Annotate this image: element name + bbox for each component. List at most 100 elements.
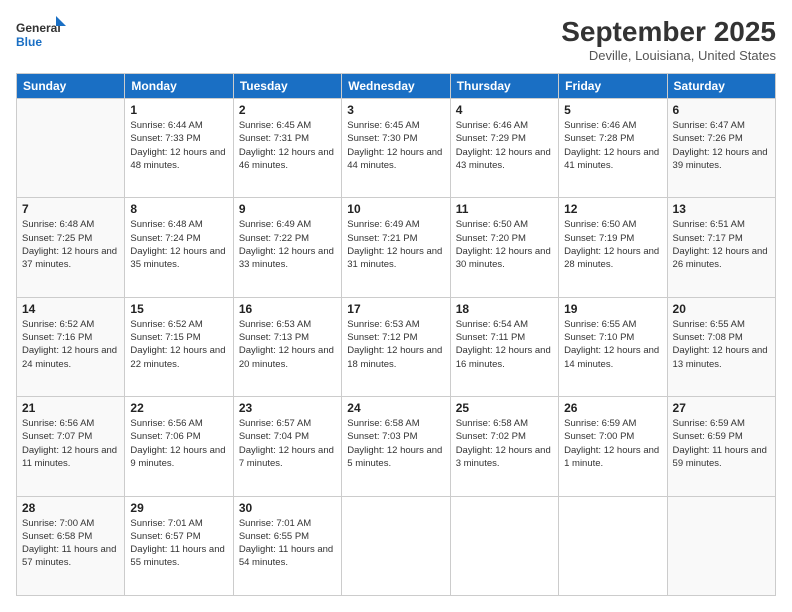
day-cell-w2-d6: 20 Sunrise: 6:55 AMSunset: 7:08 PMDayligh… [667,297,775,396]
logo: General Blue [16,16,66,56]
day-cell-w2-d2: 16 Sunrise: 6:53 AMSunset: 7:13 PMDayligh… [233,297,341,396]
week-row-4: 28 Sunrise: 7:00 AMSunset: 6:58 PMDayligh… [17,496,776,595]
header-saturday: Saturday [667,74,775,99]
calendar-table: Sunday Monday Tuesday Wednesday Thursday… [16,73,776,596]
day-info-2: Sunrise: 6:45 AMSunset: 7:31 PMDaylight:… [239,119,336,172]
header-tuesday: Tuesday [233,74,341,99]
day-number-4: 4 [456,103,553,117]
title-section: September 2025 Deville, Louisiana, Unite… [561,16,776,63]
day-number-28: 28 [22,501,119,515]
day-info-17: Sunrise: 6:53 AMSunset: 7:12 PMDaylight:… [347,318,444,371]
day-info-10: Sunrise: 6:49 AMSunset: 7:21 PMDaylight:… [347,218,444,271]
day-number-6: 6 [673,103,770,117]
day-number-27: 27 [673,401,770,415]
day-number-21: 21 [22,401,119,415]
day-cell-w1-d5: 12Sunrise: 6:50 AMSunset: 7:19 PMDayligh… [559,198,667,297]
day-number-9: 9 [239,202,336,216]
day-cell-w3-d1: 22 Sunrise: 6:56 AMSunset: 7:06 PMDayligh… [125,397,233,496]
day-cell-w1-d4: 11Sunrise: 6:50 AMSunset: 7:20 PMDayligh… [450,198,558,297]
day-number-3: 3 [347,103,444,117]
day-cell-w2-d0: 14 Sunrise: 6:52 AMSunset: 7:16 PMDayligh… [17,297,125,396]
day-cell-w3-d6: 27 Sunrise: 6:59 AMSunset: 6:59 PMDayligh… [667,397,775,496]
day-number-18: 18 [456,302,553,316]
day-cell-w4-d4 [450,496,558,595]
day-info-14: Sunrise: 6:52 AMSunset: 7:16 PMDaylight:… [22,318,119,371]
day-number-24: 24 [347,401,444,415]
day-number-25: 25 [456,401,553,415]
week-row-0: 1 Sunrise: 6:44 AMSunset: 7:33 PMDaylight… [17,99,776,198]
day-info-15: Sunrise: 6:52 AMSunset: 7:15 PMDaylight:… [130,318,227,371]
day-info-24: Sunrise: 6:58 AMSunset: 7:03 PMDaylight:… [347,417,444,470]
day-cell-w0-d0 [17,99,125,198]
day-cell-w0-d2: 2 Sunrise: 6:45 AMSunset: 7:31 PMDaylight… [233,99,341,198]
logo-svg: General Blue [16,16,66,56]
day-number-19: 19 [564,302,661,316]
weekday-header-row: Sunday Monday Tuesday Wednesday Thursday… [17,74,776,99]
day-number-1: 1 [130,103,227,117]
header-friday: Friday [559,74,667,99]
day-cell-w0-d3: 3 Sunrise: 6:45 AMSunset: 7:30 PMDaylight… [342,99,450,198]
day-cell-w4-d6 [667,496,775,595]
day-number-10: 10 [347,202,444,216]
day-cell-w2-d5: 19 Sunrise: 6:55 AMSunset: 7:10 PMDayligh… [559,297,667,396]
day-info-18: Sunrise: 6:54 AMSunset: 7:11 PMDaylight:… [456,318,553,371]
day-info-26: Sunrise: 6:59 AMSunset: 7:00 PMDaylight:… [564,417,661,470]
day-info-16: Sunrise: 6:53 AMSunset: 7:13 PMDaylight:… [239,318,336,371]
day-info-27: Sunrise: 6:59 AMSunset: 6:59 PMDaylight:… [673,417,770,470]
week-row-2: 14 Sunrise: 6:52 AMSunset: 7:16 PMDayligh… [17,297,776,396]
day-cell-w3-d3: 24 Sunrise: 6:58 AMSunset: 7:03 PMDayligh… [342,397,450,496]
header-sunday: Sunday [17,74,125,99]
location: Deville, Louisiana, United States [561,48,776,63]
day-number-14: 14 [22,302,119,316]
day-info-25: Sunrise: 6:58 AMSunset: 7:02 PMDaylight:… [456,417,553,470]
day-number-22: 22 [130,401,227,415]
day-cell-w4-d2: 30 Sunrise: 7:01 AMSunset: 6:55 PMDayligh… [233,496,341,595]
day-info-30: Sunrise: 7:01 AMSunset: 6:55 PMDaylight:… [239,517,336,570]
day-info-23: Sunrise: 6:57 AMSunset: 7:04 PMDaylight:… [239,417,336,470]
day-info-13: Sunrise: 6:51 AMSunset: 7:17 PMDaylight:… [673,218,770,271]
day-cell-w3-d2: 23Sunrise: 6:57 AMSunset: 7:04 PMDayligh… [233,397,341,496]
day-info-21: Sunrise: 6:56 AMSunset: 7:07 PMDaylight:… [22,417,119,470]
day-info-11: Sunrise: 6:50 AMSunset: 7:20 PMDaylight:… [456,218,553,271]
day-info-9: Sunrise: 6:49 AMSunset: 7:22 PMDaylight:… [239,218,336,271]
day-info-22: Sunrise: 6:56 AMSunset: 7:06 PMDaylight:… [130,417,227,470]
month-title: September 2025 [561,16,776,48]
day-cell-w1-d1: 8Sunrise: 6:48 AMSunset: 7:24 PMDaylight… [125,198,233,297]
day-cell-w2-d1: 15 Sunrise: 6:52 AMSunset: 7:15 PMDayligh… [125,297,233,396]
day-cell-w1-d3: 10 Sunrise: 6:49 AMSunset: 7:21 PMDayligh… [342,198,450,297]
day-number-12: 12 [564,202,661,216]
day-number-17: 17 [347,302,444,316]
day-number-30: 30 [239,501,336,515]
day-number-16: 16 [239,302,336,316]
day-info-29: Sunrise: 7:01 AMSunset: 6:57 PMDaylight:… [130,517,227,570]
day-cell-w1-d2: 9 Sunrise: 6:49 AMSunset: 7:22 PMDaylight… [233,198,341,297]
day-number-15: 15 [130,302,227,316]
day-cell-w3-d5: 26 Sunrise: 6:59 AMSunset: 7:00 PMDayligh… [559,397,667,496]
day-cell-w3-d0: 21 Sunrise: 6:56 AMSunset: 7:07 PMDayligh… [17,397,125,496]
day-info-1: Sunrise: 6:44 AMSunset: 7:33 PMDaylight:… [130,119,227,172]
day-number-29: 29 [130,501,227,515]
day-cell-w3-d4: 25 Sunrise: 6:58 AMSunset: 7:02 PMDayligh… [450,397,558,496]
day-number-20: 20 [673,302,770,316]
day-info-5: Sunrise: 6:46 AMSunset: 7:28 PMDaylight:… [564,119,661,172]
day-info-7: Sunrise: 6:48 AMSunset: 7:25 PMDaylight:… [22,218,119,271]
day-info-3: Sunrise: 6:45 AMSunset: 7:30 PMDaylight:… [347,119,444,172]
week-row-3: 21 Sunrise: 6:56 AMSunset: 7:07 PMDayligh… [17,397,776,496]
day-cell-w0-d6: 6Sunrise: 6:47 AMSunset: 7:26 PMDaylight… [667,99,775,198]
day-cell-w0-d5: 5Sunrise: 6:46 AMSunset: 7:28 PMDaylight… [559,99,667,198]
day-cell-w2-d4: 18 Sunrise: 6:54 AMSunset: 7:11 PMDayligh… [450,297,558,396]
day-number-2: 2 [239,103,336,117]
header-thursday: Thursday [450,74,558,99]
day-cell-w4-d3 [342,496,450,595]
day-info-8: Sunrise: 6:48 AMSunset: 7:24 PMDaylight:… [130,218,227,271]
day-info-20: Sunrise: 6:55 AMSunset: 7:08 PMDaylight:… [673,318,770,371]
day-info-19: Sunrise: 6:55 AMSunset: 7:10 PMDaylight:… [564,318,661,371]
day-number-26: 26 [564,401,661,415]
header-wednesday: Wednesday [342,74,450,99]
day-info-28: Sunrise: 7:00 AMSunset: 6:58 PMDaylight:… [22,517,119,570]
header: General Blue September 2025 Deville, Lou… [16,16,776,63]
day-cell-w0-d4: 4 Sunrise: 6:46 AMSunset: 7:29 PMDaylight… [450,99,558,198]
header-monday: Monday [125,74,233,99]
day-info-4: Sunrise: 6:46 AMSunset: 7:29 PMDaylight:… [456,119,553,172]
day-cell-w4-d0: 28 Sunrise: 7:00 AMSunset: 6:58 PMDayligh… [17,496,125,595]
